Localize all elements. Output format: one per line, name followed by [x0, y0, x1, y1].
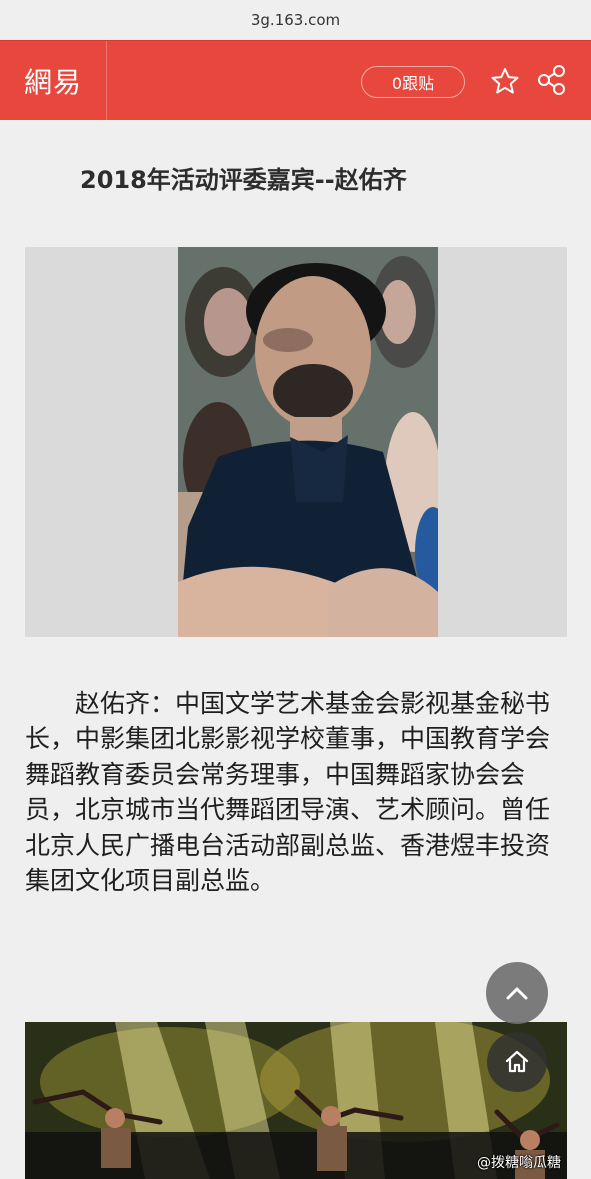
- portrait-image-frame: [25, 247, 567, 637]
- share-icon[interactable]: [535, 63, 569, 97]
- logo-text: 網易: [23, 65, 82, 99]
- article-body: 赵佑齐：中国文学艺术基金会影视基金秘书长，中影集团北影影视学校董事，中国教育学会…: [25, 689, 551, 896]
- portrait-illustration: [178, 247, 438, 637]
- site-logo[interactable]: 網易: [0, 41, 106, 120]
- header-divider: [106, 41, 107, 120]
- url-bar[interactable]: 3g.163.com: [0, 0, 591, 40]
- follow-comments-button[interactable]: 0跟贴: [361, 66, 465, 98]
- portrait-photo: [178, 247, 438, 637]
- chevron-up-icon: [506, 987, 528, 1000]
- back-to-top-button[interactable]: [486, 962, 548, 1024]
- watermark: @拨糖嗡瓜糖: [477, 1155, 561, 1171]
- star-icon[interactable]: [490, 66, 520, 96]
- home-icon: [505, 1050, 529, 1073]
- follow-comments-label: 0跟贴: [391, 74, 435, 93]
- article-title: 2018年活动评委嘉宾--赵佑齐: [80, 166, 407, 194]
- home-button[interactable]: [487, 1032, 547, 1092]
- url-text: 3g.163.com: [250, 11, 341, 29]
